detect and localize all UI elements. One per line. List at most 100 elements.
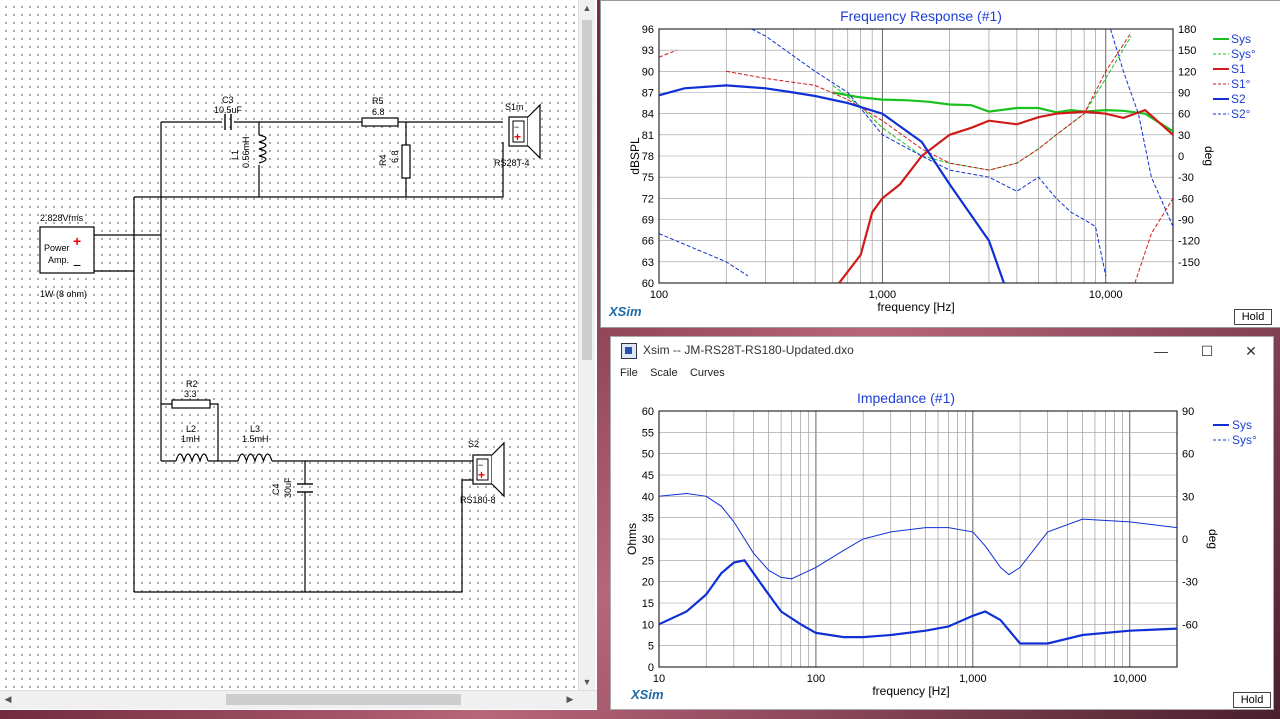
capacitor-c4 bbox=[297, 483, 313, 493]
x-tick-label: 100 bbox=[807, 673, 825, 685]
y2-tick-label: -30 bbox=[1178, 172, 1194, 184]
menu-bar: File Scale Curves bbox=[611, 365, 1273, 383]
l3-value: 1.5mH bbox=[242, 434, 269, 444]
y-tick-label: 5 bbox=[648, 641, 654, 653]
y-tick-label: 75 bbox=[642, 172, 654, 184]
l1-name: L1 bbox=[230, 150, 240, 160]
menu-scale[interactable]: Scale bbox=[650, 367, 678, 379]
y2-tick-label: -60 bbox=[1178, 193, 1194, 205]
scroll-down-icon[interactable]: ▼ bbox=[579, 674, 595, 690]
y-axis-label: Ohms bbox=[625, 523, 639, 555]
y2-tick-label: 60 bbox=[1182, 449, 1194, 461]
load-label: 1W (8 ohm) bbox=[40, 289, 87, 299]
l2-value: 1mH bbox=[181, 434, 200, 444]
r2-value: 3.3 bbox=[184, 389, 197, 399]
series-line-s2 bbox=[659, 84, 1005, 283]
speaker-s2-icon: − + bbox=[472, 441, 505, 498]
schematic-vertical-scrollbar[interactable]: ▲ ▼ bbox=[578, 0, 595, 690]
resistor-r2 bbox=[171, 399, 211, 409]
vertical-scroll-thumb[interactable] bbox=[582, 20, 592, 360]
y2-tick-label: 90 bbox=[1178, 88, 1190, 100]
y-tick-label: 93 bbox=[642, 45, 654, 57]
y2-tick-label: 0 bbox=[1178, 151, 1184, 163]
capacitor-c3 bbox=[224, 114, 232, 130]
c4-name: C4 bbox=[271, 483, 281, 495]
impedance-chart: Impedance (#1)60555045403530252015105090… bbox=[625, 390, 1257, 702]
r4-name: R4 bbox=[378, 154, 388, 166]
series-line-s1-phase bbox=[659, 32, 1173, 283]
title-bar: Xsim -- JM-RS28T-RS180-Updated.dxo — ☐ ✕ bbox=[611, 337, 1273, 365]
schematic-canvas[interactable]: C3 10.5uF L1 0.56mH R5 6.8 R4 6.8 − + S1… bbox=[0, 0, 597, 710]
x-tick-label: 10,000 bbox=[1113, 673, 1147, 685]
legend-label: Sys° bbox=[1231, 47, 1256, 61]
y-tick-label: 60 bbox=[642, 406, 654, 418]
hold-button[interactable]: Hold bbox=[1234, 309, 1272, 325]
y-tick-label: 96 bbox=[642, 24, 654, 36]
amp-plus: + bbox=[73, 233, 81, 249]
y2-tick-label: -30 bbox=[1182, 577, 1198, 589]
scroll-left-icon[interactable]: ◀ bbox=[0, 691, 16, 707]
amp-label-1: Power bbox=[44, 243, 70, 253]
amp-label-2: Amp. bbox=[48, 255, 69, 265]
y-tick-label: 72 bbox=[642, 193, 654, 205]
scroll-right-icon[interactable]: ▶ bbox=[562, 691, 578, 707]
l1-value: 0.56mH bbox=[241, 136, 251, 168]
series-line-sys bbox=[659, 559, 1177, 645]
svg-text:+: + bbox=[478, 468, 485, 482]
series-line-sys-phase bbox=[832, 35, 1132, 171]
xsim-logo: XSim bbox=[608, 304, 642, 319]
y2-tick-label: 120 bbox=[1178, 66, 1196, 78]
legend-label: Sys° bbox=[1232, 433, 1257, 447]
x-axis-label: frequency [Hz] bbox=[872, 684, 949, 698]
y-tick-label: 10 bbox=[642, 619, 654, 631]
inductor-l1 bbox=[258, 134, 267, 164]
legend-label: S1° bbox=[1231, 77, 1251, 91]
y-tick-label: 45 bbox=[642, 470, 654, 482]
series-line-sys-phase bbox=[659, 492, 1177, 580]
y2-tick-label: -150 bbox=[1178, 257, 1200, 269]
impedance-window[interactable]: Xsim -- JM-RS28T-RS180-Updated.dxo — ☐ ✕… bbox=[610, 336, 1274, 710]
l3-name: L3 bbox=[250, 424, 260, 434]
schematic-drawing: C3 10.5uF L1 0.56mH R5 6.8 R4 6.8 − + S1… bbox=[39, 95, 541, 593]
r4-value: 6.8 bbox=[390, 150, 400, 163]
s1-model: RS28T-4 bbox=[494, 158, 530, 168]
y2-tick-label: -60 bbox=[1182, 619, 1198, 631]
x-tick-label: 10 bbox=[653, 673, 665, 685]
scroll-up-icon[interactable]: ▲ bbox=[579, 0, 595, 16]
window-title: Xsim -- JM-RS28T-RS180-Updated.dxo bbox=[643, 343, 854, 357]
legend-label: S2 bbox=[1231, 92, 1246, 106]
chart-title: Impedance (#1) bbox=[857, 390, 955, 406]
y-tick-label: 40 bbox=[642, 491, 654, 503]
x-axis-label: frequency [Hz] bbox=[877, 300, 954, 314]
y-tick-label: 81 bbox=[642, 130, 654, 142]
y2-tick-label: 180 bbox=[1178, 24, 1196, 36]
y-tick-label: 50 bbox=[642, 449, 654, 461]
schematic-horizontal-scrollbar[interactable]: ◀ ▶ bbox=[0, 690, 597, 709]
hold-button[interactable]: Hold bbox=[1233, 692, 1271, 708]
menu-file[interactable]: File bbox=[620, 367, 638, 379]
y-tick-label: 84 bbox=[642, 109, 654, 121]
y-axis-label: dBSPL bbox=[628, 137, 642, 175]
amp-minus: − bbox=[73, 257, 81, 273]
close-icon[interactable]: ✕ bbox=[1229, 340, 1273, 362]
c3-name: C3 bbox=[222, 95, 234, 105]
chart-title: Frequency Response (#1) bbox=[840, 8, 1002, 24]
legend-label: Sys bbox=[1232, 418, 1252, 432]
frequency-response-window[interactable]: Frequency Response (#1) 96 93 90 87 84 81 78 75 7… bbox=[600, 0, 1280, 328]
y2-axis-label: deg bbox=[1206, 529, 1220, 549]
menu-curves[interactable]: Curves bbox=[690, 367, 725, 379]
y2-tick-label: 30 bbox=[1178, 130, 1190, 142]
source-label: 2.828Vrms bbox=[40, 213, 84, 223]
y-tick-label: 90 bbox=[642, 66, 654, 78]
x-tick-label: 100 bbox=[650, 289, 668, 301]
r5-value: 6.8 bbox=[372, 107, 385, 117]
minimize-icon[interactable]: — bbox=[1139, 340, 1183, 362]
y2-tick-label: 0 bbox=[1182, 534, 1188, 546]
y-tick-label: 66 bbox=[642, 236, 654, 248]
y-tick-label: 69 bbox=[642, 215, 654, 227]
horizontal-scroll-thumb[interactable] bbox=[226, 694, 461, 705]
maximize-icon[interactable]: ☐ bbox=[1185, 340, 1229, 362]
inductor-l3 bbox=[237, 453, 273, 464]
y-tick-label: 35 bbox=[642, 513, 654, 525]
l2-name: L2 bbox=[186, 424, 196, 434]
